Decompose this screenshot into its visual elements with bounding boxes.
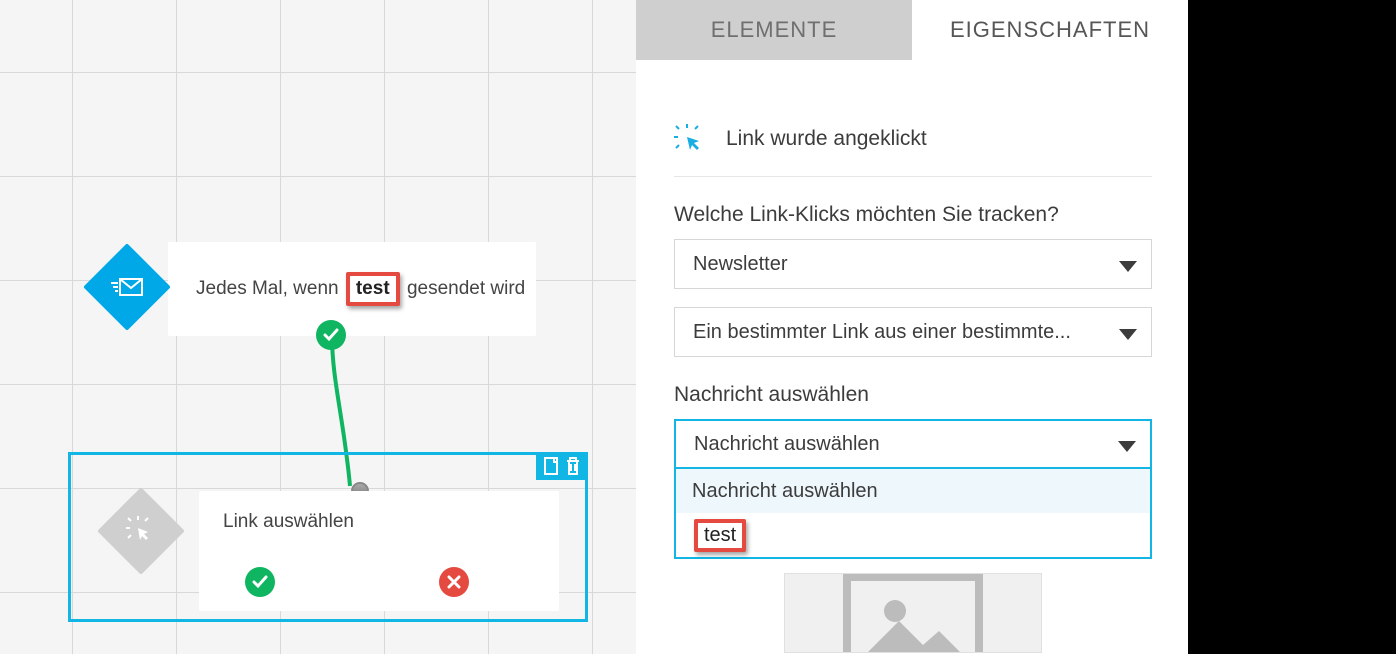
message-option-test-label: test [694, 519, 746, 552]
node-valid-badge [316, 320, 346, 350]
x-icon [447, 575, 461, 589]
mail-send-icon [110, 275, 144, 299]
chevron-down-icon [1119, 261, 1137, 272]
panel-tabs: ELEMENTE EIGENSCHAFTEN [636, 0, 1188, 60]
node-label: Link auswählen [223, 511, 354, 532]
delete-node-button[interactable] [564, 456, 582, 476]
cursor-click-icon [126, 516, 156, 546]
node-text-prefix: Jedes Mal, wenn [196, 278, 339, 300]
link-scope-select[interactable]: Ein bestimmter Link aus einer bestimmte.… [674, 307, 1152, 357]
tab-properties[interactable]: EIGENSCHAFTEN [912, 0, 1188, 60]
message-select-dropdown: Nachricht auswählen test [674, 469, 1152, 559]
panel-title: Link wurde angeklickt [726, 127, 927, 151]
workflow-node-link-click[interactable]: Link auswählen [199, 491, 559, 611]
panel-title-row: Link wurde angeklickt [674, 90, 1152, 177]
branch-no-badge[interactable] [439, 567, 469, 597]
trash-icon [564, 456, 582, 476]
workflow-node-trigger[interactable]: Jedes Mal, wenn test gesendet wird [168, 242, 536, 336]
message-select-label: Nachricht auswählen [674, 383, 1152, 407]
chevron-down-icon [1118, 441, 1136, 452]
tab-elements[interactable]: ELEMENTE [636, 0, 912, 60]
node-text-suffix: gesendet wird [407, 278, 525, 300]
check-icon [323, 328, 339, 342]
trigger-diamond-icon [83, 243, 171, 331]
message-option-test[interactable]: test [676, 513, 1150, 557]
chevron-down-icon [1119, 329, 1137, 340]
node-highlighted-value: test [346, 272, 400, 306]
right-black-strip [1188, 0, 1396, 654]
check-icon [252, 575, 268, 589]
message-option-placeholder[interactable]: Nachricht auswählen [676, 469, 1150, 513]
image-placeholder-icon [843, 573, 983, 653]
workflow-canvas[interactable]: Jedes Mal, wenn test gesendet wird [0, 0, 636, 654]
branch-yes-badge[interactable] [245, 567, 275, 597]
duplicate-node-button[interactable] [542, 456, 560, 476]
node-toolbar [536, 452, 588, 480]
copy-icon [542, 456, 560, 476]
cursor-click-icon [674, 124, 704, 154]
message-select[interactable]: Nachricht auswählen [674, 419, 1152, 469]
message-select-value: Nachricht auswählen [694, 433, 880, 456]
track-type-select[interactable]: Newsletter [674, 239, 1152, 289]
track-type-value: Newsletter [693, 253, 787, 276]
properties-panel: ELEMENTE EIGENSCHAFTEN Link wurde angekl… [636, 0, 1188, 654]
track-question-label: Welche Link-Klicks möchten Sie tracken? [674, 203, 1152, 227]
message-preview-thumbnail [784, 573, 1042, 653]
link-scope-value: Ein bestimmter Link aus einer bestimmte.… [693, 321, 1071, 344]
